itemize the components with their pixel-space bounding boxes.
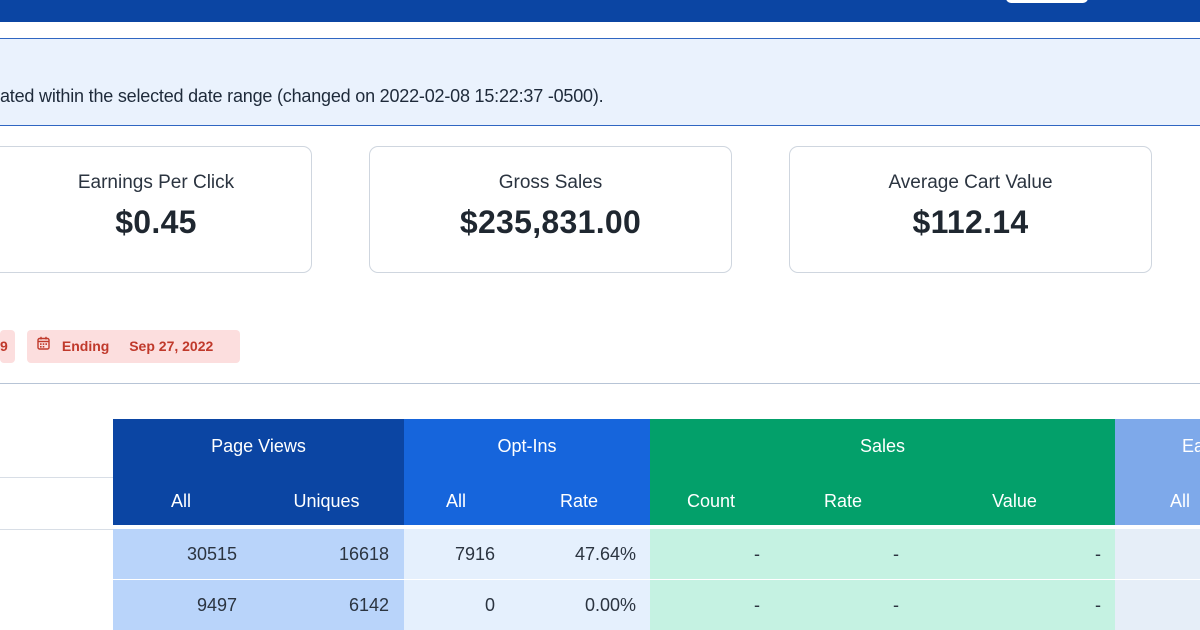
subheader-earnings-all[interactable]: All xyxy=(1115,478,1200,525)
row-separator xyxy=(0,477,113,478)
table-cell: 9497 xyxy=(113,580,249,630)
table-cell: - xyxy=(650,580,772,630)
ending-date: Sep 27, 2022 xyxy=(129,338,214,354)
metric-card-average-cart-value: Average Cart Value $112.14 xyxy=(789,146,1152,273)
subheader-sales-rate[interactable]: Rate xyxy=(772,478,914,525)
subheader-oi-rate[interactable]: Rate xyxy=(508,478,650,525)
ending-date-chip[interactable]: Ending Sep 27, 2022 xyxy=(27,330,240,363)
header-earnings: Ea xyxy=(1115,419,1200,473)
start-date-chip[interactable]: 9 xyxy=(0,330,15,363)
subheader-pv-uniques[interactable]: Uniques xyxy=(249,478,404,525)
table-cell: - xyxy=(914,580,1115,630)
metric-value: $0.45 xyxy=(115,204,197,240)
metric-value: $112.14 xyxy=(912,204,1029,240)
calendar-icon xyxy=(37,329,50,362)
table-cell: - xyxy=(914,529,1115,579)
metric-label: Average Cart Value xyxy=(888,172,1053,193)
table-cell: 16618 xyxy=(249,529,404,579)
table-cell: 0.00% xyxy=(508,580,650,630)
subheader-oi-all[interactable]: All xyxy=(404,478,508,525)
table-cell: 47.64% xyxy=(508,529,650,579)
subheader-pv-all[interactable]: All xyxy=(113,478,249,525)
header-page-views: Page Views xyxy=(113,419,404,473)
metric-label: Gross Sales xyxy=(498,172,603,193)
ending-label: Ending xyxy=(61,338,110,354)
table-cell: 30515 xyxy=(113,529,249,579)
metric-card-gross-sales: Gross Sales $235,831.00 xyxy=(369,146,732,273)
top-nav-bar xyxy=(0,0,1200,22)
info-notice: ated within the selected date range (cha… xyxy=(0,38,1200,126)
table-cell: 6142 xyxy=(249,580,404,630)
table-cell: 0 xyxy=(404,580,508,630)
metric-card-earnings-per-click: Earnings Per Click $0.45 xyxy=(0,146,312,273)
table-cell: - xyxy=(650,529,772,579)
table-cell xyxy=(1115,580,1200,630)
row-separator xyxy=(0,529,113,530)
subheader-sales-count[interactable]: Count xyxy=(650,478,772,525)
table-cell: 7916 xyxy=(404,529,508,579)
section-divider xyxy=(0,383,1200,384)
table-cell: - xyxy=(772,529,914,579)
header-opt-ins: Opt-Ins xyxy=(404,419,650,473)
table-cell: - xyxy=(772,580,914,630)
header-sales: Sales xyxy=(650,419,1115,473)
table-cell xyxy=(1115,529,1200,579)
metric-value: $235,831.00 xyxy=(459,204,642,240)
top-nav-button[interactable] xyxy=(1006,0,1088,3)
start-date-fragment: 9 xyxy=(0,338,8,354)
subheader-sales-value[interactable]: Value xyxy=(914,478,1115,525)
metric-label: Earnings Per Click xyxy=(77,172,235,193)
notice-text: ated within the selected date range (cha… xyxy=(0,86,604,106)
